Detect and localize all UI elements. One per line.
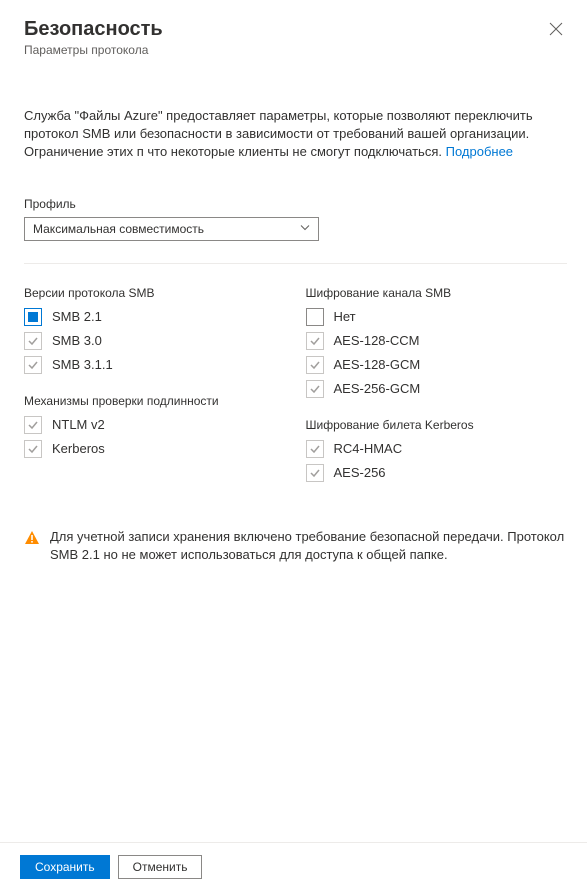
checkbox-icon (24, 332, 42, 350)
checkbox-row[interactable]: NTLM v2 (24, 416, 286, 434)
description-text: Служба "Файлы Azure" предоставляет парам… (24, 107, 567, 162)
checkbox-label: SMB 3.0 (52, 333, 102, 348)
checkbox-row[interactable]: AES-128-GCM (306, 356, 568, 374)
checkbox-icon (306, 464, 324, 482)
checkbox-label: NTLM v2 (52, 417, 105, 432)
learn-more-link[interactable]: Подробнее (446, 144, 513, 159)
checkbox-label: AES-128-CCM (334, 333, 420, 348)
checkbox-row[interactable]: Kerberos (24, 440, 286, 458)
cancel-button[interactable]: Отменить (118, 855, 203, 879)
checkbox-icon (24, 416, 42, 434)
save-button[interactable]: Сохранить (20, 855, 110, 879)
checkbox-icon (24, 356, 42, 374)
profile-select-value: Максимальная совместимость (33, 222, 204, 236)
checkbox-row[interactable]: Нет (306, 308, 568, 326)
checkbox-row[interactable]: AES-256 (306, 464, 568, 482)
checkbox-icon (306, 332, 324, 350)
smb-versions-label: Версии протокола SMB (24, 286, 286, 300)
checkbox-label: AES-256 (334, 465, 386, 480)
checkbox-label: Нет (334, 309, 356, 324)
auth-mechanisms-list: NTLM v2 Kerberos (24, 416, 286, 458)
checkbox-row[interactable]: AES-256-GCM (306, 380, 568, 398)
close-button[interactable] (545, 18, 567, 44)
panel-title: Безопасность (24, 18, 163, 41)
checkbox-row[interactable]: SMB 3.0 (24, 332, 286, 350)
checkbox-row[interactable]: SMB 3.1.1 (24, 356, 286, 374)
checkbox-row[interactable]: SMB 2.1 (24, 308, 286, 326)
checkbox-icon (24, 308, 42, 326)
checkbox-icon (306, 440, 324, 458)
profile-label: Профиль (24, 197, 567, 211)
checkbox-icon (306, 356, 324, 374)
checkbox-label: SMB 3.1.1 (52, 357, 113, 372)
profile-select[interactable]: Максимальная совместимость (24, 217, 319, 241)
checkbox-row[interactable]: AES-128-CCM (306, 332, 568, 350)
smb-versions-list: SMB 2.1 SMB 3.0 SMB 3.1.1 (24, 308, 286, 374)
checkbox-label: SMB 2.1 (52, 309, 102, 324)
checkbox-icon (306, 380, 324, 398)
close-icon (549, 23, 563, 40)
checkbox-icon (306, 308, 324, 326)
checkbox-label: AES-256-GCM (334, 381, 421, 396)
checkbox-label: RC4-HMAC (334, 441, 403, 456)
checkbox-row[interactable]: RC4-HMAC (306, 440, 568, 458)
checkbox-icon (24, 440, 42, 458)
checkbox-label: AES-128-GCM (334, 357, 421, 372)
kerberos-encryption-label: Шифрование билета Kerberos (306, 418, 568, 432)
panel-subtitle: Параметры протокола (24, 43, 163, 57)
checkbox-label: Kerberos (52, 441, 105, 456)
divider (24, 263, 567, 264)
warning-text: Для учетной записи хранения включено тре… (50, 528, 567, 564)
kerberos-encryption-list: RC4-HMAC AES-256 (306, 440, 568, 482)
channel-encryption-label: Шифрование канала SMB (306, 286, 568, 300)
warning-icon (24, 530, 40, 549)
auth-mechanisms-label: Механизмы проверки подлинности (24, 394, 286, 408)
channel-encryption-list: Нет AES-128-CCM AES-128-GCM AES-256-GCM (306, 308, 568, 398)
